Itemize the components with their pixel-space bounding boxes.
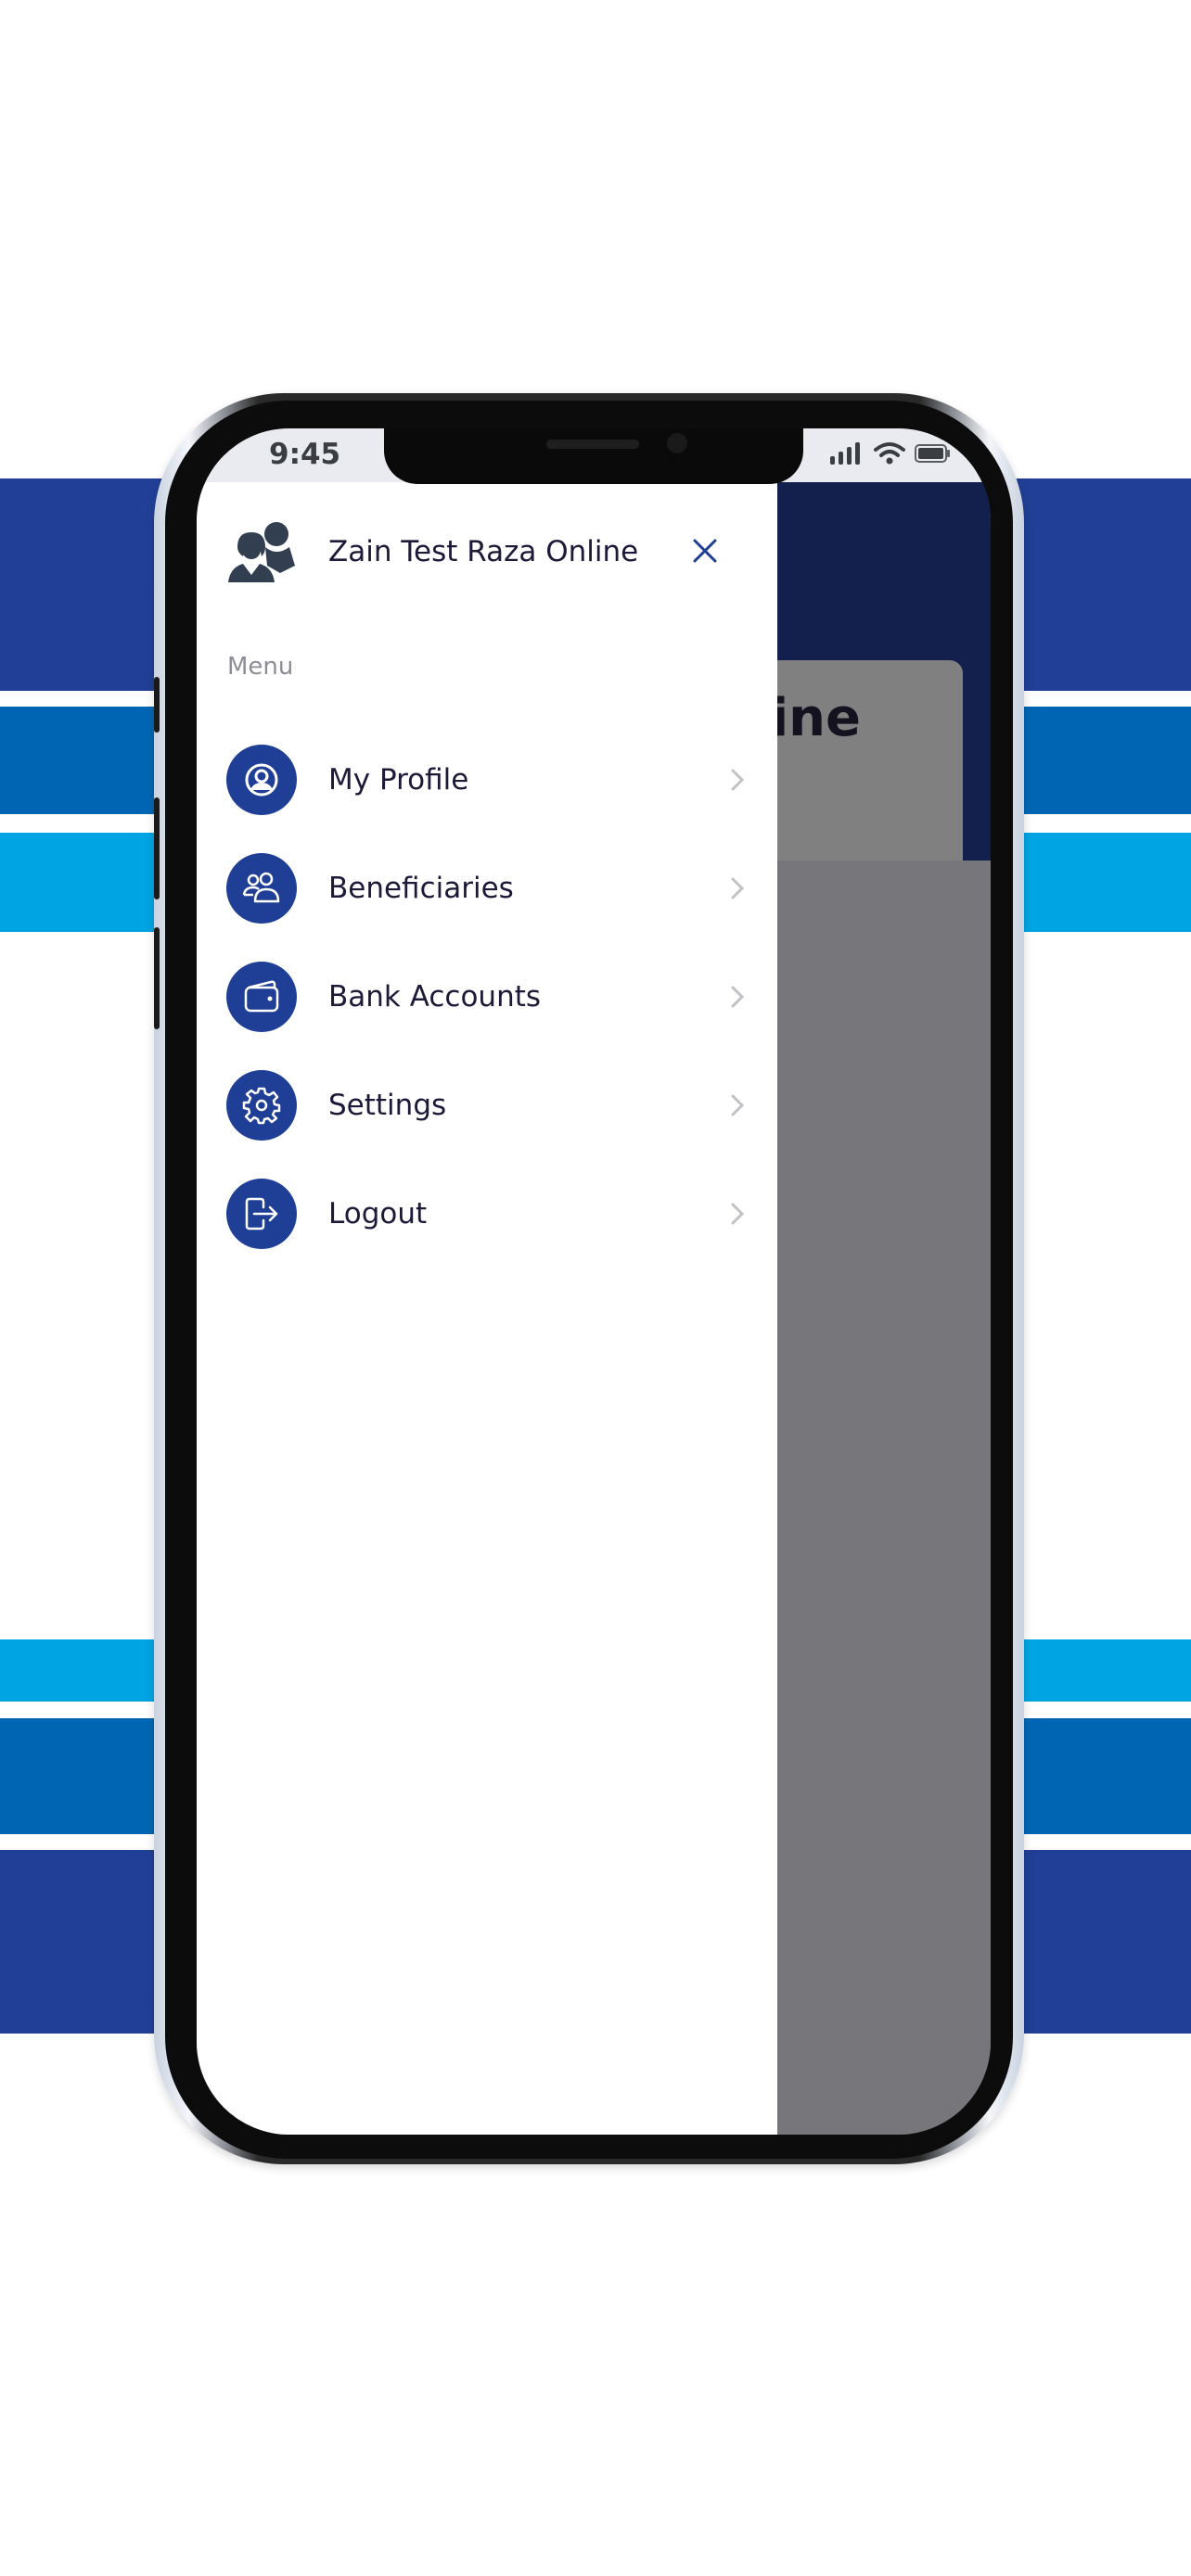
navigation-drawer: Zain Test Raza Online Menu My Profile Be… <box>197 482 777 2135</box>
chevron-right-icon <box>731 769 745 790</box>
menu-icon-bg <box>226 852 297 924</box>
menu-item-bank-accounts[interactable]: Bank Accounts <box>226 942 755 1051</box>
menu-item-settings[interactable]: Settings <box>226 1051 755 1159</box>
phone-volume-down-button <box>154 927 160 1029</box>
phone-silent-switch <box>154 677 160 733</box>
beneficiaries-icon <box>242 872 280 902</box>
menu-icon-bg <box>226 961 297 1032</box>
drawer-header: Zain Test Raza Online <box>226 519 755 584</box>
menu-item-beneficiaries[interactable]: Beneficiaries <box>226 834 755 942</box>
wifi-icon <box>874 442 905 465</box>
users-icon <box>228 522 295 582</box>
phone-speaker <box>546 440 639 449</box>
menu-item-label: Logout <box>328 1196 428 1231</box>
profile-icon <box>245 763 278 796</box>
menu-icon-bg <box>226 1069 297 1141</box>
menu-item-label: Beneficiaries <box>328 871 514 905</box>
battery-icon <box>915 444 950 463</box>
menu-item-my-profile[interactable]: My Profile <box>226 725 755 834</box>
menu-list: My Profile Beneficiaries Bank Accounts S… <box>226 725 755 1268</box>
chevron-right-icon <box>731 1094 745 1116</box>
menu-icon-bg <box>226 744 297 815</box>
close-icon[interactable] <box>686 532 724 569</box>
menu-item-logout[interactable]: Logout <box>226 1159 755 1268</box>
user-name: Zain Test Raza Online <box>328 535 639 568</box>
menu-section-label: Menu <box>227 653 294 681</box>
gear-icon <box>242 1087 281 1124</box>
chevron-right-icon <box>731 986 745 1007</box>
phone-notch <box>384 428 803 484</box>
chevron-right-icon <box>731 877 745 899</box>
background-card-title: ine <box>770 688 861 748</box>
wallet-icon <box>244 980 279 1012</box>
phone-camera <box>667 433 687 453</box>
menu-item-label: Settings <box>328 1088 447 1122</box>
status-time: 9:45 <box>269 438 341 471</box>
signal-icon <box>830 442 860 465</box>
menu-item-label: Bank Accounts <box>328 979 542 1014</box>
chevron-right-icon <box>731 1203 745 1224</box>
menu-item-label: My Profile <box>328 762 469 797</box>
menu-icon-bg <box>226 1178 297 1249</box>
phone-screen: 9:45 ine Zain Test Raza Online Menu My P… <box>197 428 991 2135</box>
phone-volume-up-button <box>154 797 160 899</box>
logout-icon <box>245 1197 278 1230</box>
